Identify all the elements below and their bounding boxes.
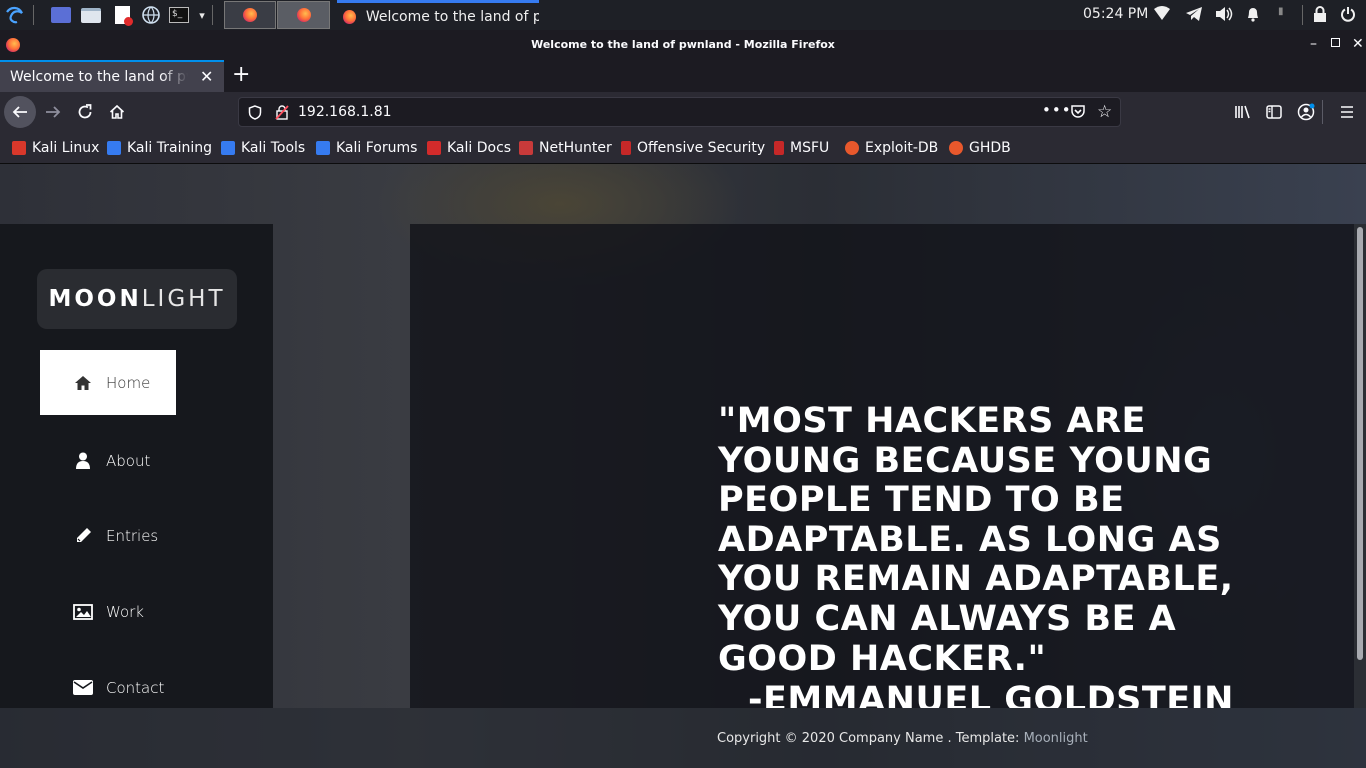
kali-dragon-icon <box>107 141 121 155</box>
tab-pwnland[interactable]: Welcome to the land of pwnland ✕ <box>0 60 224 92</box>
taskbar-firefox-2[interactable] <box>277 1 330 29</box>
taskbar-window-firefox[interactable]: Welcome to the land of p... <box>337 0 539 30</box>
panel-divider <box>1302 5 1303 25</box>
hero-quote: "MOST HACKERS ARE YOUNG BECAUSE YOUNG PE… <box>718 401 1234 679</box>
bookmark-kali-linux[interactable]: Kali Linux <box>12 139 99 157</box>
sidebar-toggle-icon[interactable] <box>1259 98 1289 126</box>
scrollbar-thumb[interactable] <box>1357 227 1363 660</box>
nav-home[interactable]: Home <box>40 350 176 415</box>
kali-dragon-icon <box>316 141 330 155</box>
firefox-icon <box>343 9 356 24</box>
bookmark-msfu[interactable]: MSFU <box>774 139 829 157</box>
show-desktop-icon[interactable] <box>50 4 72 26</box>
bookmarks-toolbar: Kali Linux Kali Training Kali Tools Kali… <box>0 132 1366 164</box>
site-sidebar: MOON LIGHT Home About Entries Work Conta… <box>0 224 273 708</box>
nav-about[interactable]: About <box>40 428 176 493</box>
kali-docs-icon <box>427 141 441 155</box>
footer-copyright: Copyright © 2020 Company Name . Template… <box>717 731 1088 746</box>
bookmark-kali-tools[interactable]: Kali Tools <box>221 139 305 157</box>
navigation-toolbar: 192.168.1.81 ••• ☆ <box>0 92 1366 132</box>
window-title: Welcome to the land of pwnland - Mozilla… <box>531 38 835 51</box>
page-scrollbar[interactable] <box>1354 224 1366 708</box>
clock[interactable]: 05:24 PM <box>1083 6 1148 22</box>
notifications-icon[interactable] <box>1245 6 1261 26</box>
bookmark-kali-training[interactable]: Kali Training <box>107 139 212 157</box>
top-panel: $_ ▾ Welcome to the land of p... 05:24 P… <box>0 0 1366 30</box>
panel-divider <box>33 5 34 25</box>
terminal-icon[interactable]: $_ <box>168 4 190 26</box>
offsec-icon <box>621 141 631 155</box>
firefox-icon <box>243 8 257 22</box>
page-content: MOON LIGHT Home About Entries Work Conta… <box>0 164 1366 768</box>
toolbar-divider <box>1322 100 1323 124</box>
hero-panel: "MOST HACKERS ARE YOUNG BECAUSE YOUNG PE… <box>410 224 1356 708</box>
kali-dragon-icon <box>519 141 533 155</box>
footer-template-link[interactable]: Moonlight <box>1024 731 1088 746</box>
bookmark-exploit-db[interactable]: Exploit-DB <box>845 139 938 157</box>
volume-icon[interactable] <box>1215 6 1233 26</box>
close-window-button[interactable]: ✕ <box>1352 36 1364 52</box>
pocket-icon[interactable] <box>1070 104 1086 124</box>
back-button[interactable] <box>4 96 36 128</box>
tab-bar: Welcome to the land of pwnland ✕ + <box>0 60 1366 92</box>
insecure-connection-icon[interactable] <box>275 105 289 124</box>
window-titlebar: Welcome to the land of pwnland - Mozilla… <box>0 30 1366 60</box>
firefox-icon <box>297 8 311 22</box>
exploit-db-icon <box>949 141 963 155</box>
chevron-down-icon[interactable]: ▾ <box>191 4 213 26</box>
hamburger-menu-icon[interactable] <box>1332 98 1362 126</box>
bookmark-kali-forums[interactable]: Kali Forums <box>316 139 417 157</box>
envelope-icon <box>68 680 98 695</box>
bookmark-offensive-security[interactable]: Offensive Security <box>621 139 765 157</box>
web-browser-icon[interactable] <box>140 4 162 26</box>
account-icon[interactable] <box>1291 98 1321 126</box>
reload-button[interactable] <box>70 98 100 126</box>
site-logo[interactable]: MOON LIGHT <box>37 269 237 329</box>
nav-work[interactable]: Work <box>40 579 176 644</box>
close-tab-icon[interactable]: ✕ <box>200 67 213 86</box>
panel-divider <box>212 5 213 25</box>
offsec-icon <box>774 141 784 155</box>
url-text[interactable]: 192.168.1.81 <box>298 104 392 120</box>
tab-title: Welcome to the land of pwnland <box>10 69 188 85</box>
site-footer: Copyright © 2020 Company Name . Template… <box>0 708 1366 768</box>
wifi-icon[interactable] <box>1154 6 1170 24</box>
new-tab-button[interactable]: + <box>232 62 250 87</box>
user-icon <box>68 452 98 469</box>
taskbar-firefox-1[interactable] <box>224 1 276 29</box>
bookmark-star-icon[interactable]: ☆ <box>1097 102 1112 122</box>
bookmark-kali-docs[interactable]: Kali Docs <box>427 139 511 157</box>
minimize-button[interactable]: – <box>1310 36 1317 52</box>
maximize-button[interactable] <box>1331 38 1340 47</box>
battery-icon[interactable]: ▮ <box>1278 6 1284 17</box>
text-editor-icon[interactable] <box>111 4 133 26</box>
forward-button[interactable] <box>38 98 68 126</box>
exploit-db-icon <box>845 141 859 155</box>
home-icon <box>68 375 98 391</box>
home-button[interactable] <box>102 98 132 126</box>
kali-menu-icon[interactable] <box>4 4 26 26</box>
pencil-icon <box>68 527 98 544</box>
bookmark-ghdb[interactable]: GHDB <box>949 139 1011 157</box>
file-manager-icon[interactable] <box>80 4 102 26</box>
telegram-icon[interactable] <box>1185 6 1203 26</box>
kali-dragon-icon <box>221 141 235 155</box>
tracking-protection-icon[interactable] <box>248 105 262 124</box>
page-actions-icon[interactable]: ••• <box>1042 101 1072 119</box>
kali-dragon-icon <box>12 141 26 155</box>
power-icon[interactable] <box>1340 6 1356 26</box>
url-bar[interactable]: 192.168.1.81 ••• ☆ <box>238 97 1121 127</box>
lock-screen-icon[interactable] <box>1313 6 1327 26</box>
library-icon[interactable] <box>1228 98 1258 126</box>
quote-author: -EMMANUEL GOLDSTEIN <box>748 680 1234 708</box>
image-icon <box>68 603 98 620</box>
bookmark-nethunter[interactable]: NetHunter <box>519 139 612 157</box>
taskbar-window-title: Welcome to the land of p... <box>365 8 539 25</box>
nav-entries[interactable]: Entries <box>40 503 176 568</box>
